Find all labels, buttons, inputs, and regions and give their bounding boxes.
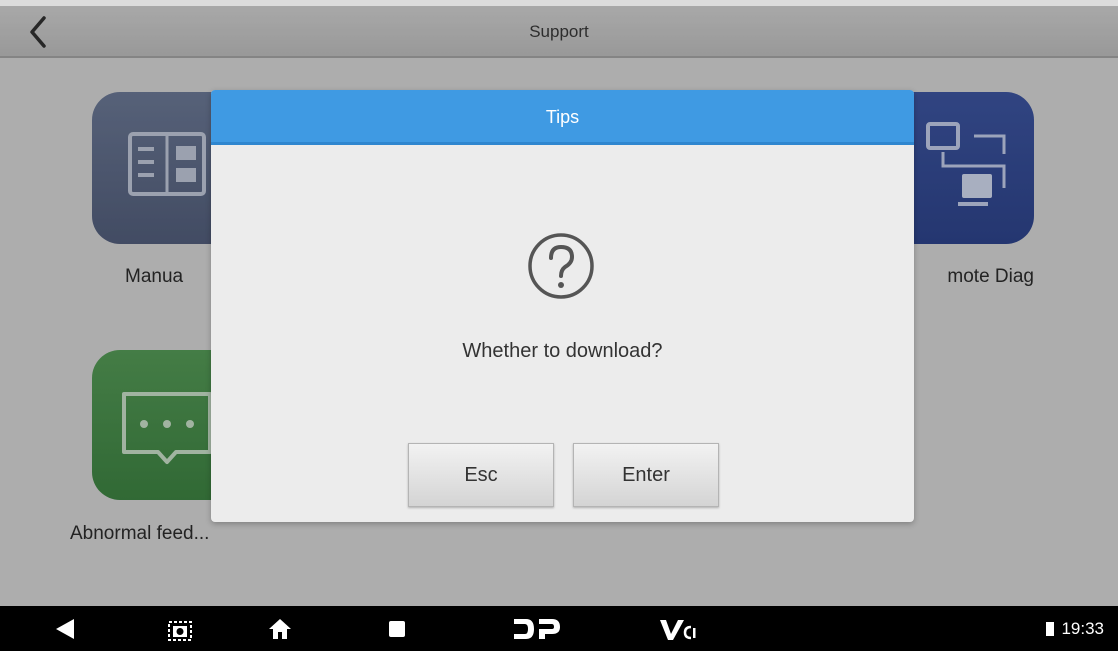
- back-triangle-icon[interactable]: [45, 606, 85, 651]
- dialog-message: Whether to download?: [462, 340, 663, 362]
- recent-apps-icon[interactable]: [377, 606, 417, 651]
- dialog-title: Tips: [211, 90, 914, 145]
- tips-dialog: Tips Whether to download? Esc Enter: [211, 90, 914, 522]
- vci-icon[interactable]: [653, 606, 703, 651]
- home-icon[interactable]: [260, 606, 300, 651]
- status-area: 19:33: [1046, 619, 1104, 639]
- screen: Support Manua mote Diag Abnormal feed...…: [0, 0, 1118, 651]
- esc-button[interactable]: Esc: [408, 443, 554, 507]
- screenshot-icon[interactable]: [160, 606, 200, 651]
- dp-logo-icon[interactable]: [507, 606, 567, 651]
- enter-button[interactable]: Enter: [573, 443, 719, 507]
- question-circle-icon: [528, 233, 594, 299]
- system-nav-bar: 19:33: [0, 606, 1118, 651]
- clock: 19:33: [1061, 619, 1104, 638]
- battery-icon: [1046, 622, 1055, 636]
